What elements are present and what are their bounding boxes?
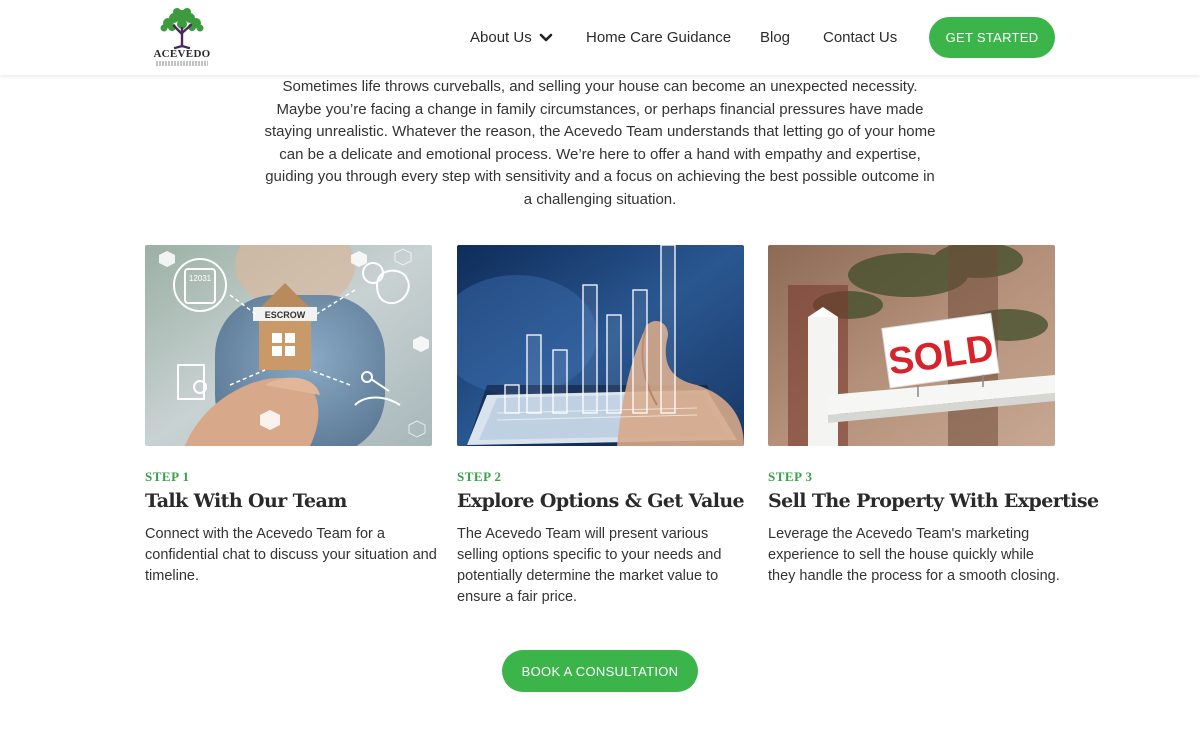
step-3-label: STEP 3: [768, 469, 813, 484]
escrow-text: ESCROW: [265, 310, 306, 320]
step-1-label: STEP 1: [145, 469, 190, 484]
logo-wordmark: ACEVEDO: [153, 48, 211, 60]
intro-paragraph: Sometimes life throws curveballs, and se…: [264, 78, 936, 208]
market-value-chart-image: [457, 245, 744, 446]
step-1-text: Connect with the Acevedo Team for a conf…: [145, 526, 437, 584]
step-3-text: Leverage the Acevedo Team's marketing ex…: [768, 526, 1060, 584]
site-header: ACEVEDO About Us Home Care Guidance Blog…: [0, 0, 1200, 75]
sold-sign-image: SOLD: [768, 245, 1055, 446]
nav-contact-us[interactable]: Contact Us: [823, 29, 897, 46]
get-started-button[interactable]: GET STARTED: [929, 17, 1055, 58]
chevron-down-icon[interactable]: [539, 33, 553, 43]
tree-logo-icon: [160, 8, 204, 50]
step-1-title: Talk With Our Team: [145, 490, 347, 512]
book-consultation-button[interactable]: BOOK A CONSULTATION: [502, 650, 698, 692]
escrow-illustration-image: ESCROW 12031: [145, 245, 432, 446]
nav-blog[interactable]: Blog: [760, 29, 790, 46]
step-card-2: STEP 2 Explore Options & Get Value The A…: [457, 245, 745, 605]
step-2-label: STEP 2: [457, 469, 502, 484]
site-logo[interactable]: ACEVEDO: [150, 6, 214, 70]
step-3-title: Sell The Property With Expertise: [768, 490, 1099, 512]
calculator-readout: 12031: [189, 274, 212, 283]
logo-tagline: [156, 61, 208, 66]
step-card-3: SOLD STEP 3 Sell The Property With Exper…: [768, 245, 1099, 584]
nav-home-care-guidance[interactable]: Home Care Guidance: [586, 29, 731, 46]
nav-about-us[interactable]: About Us: [470, 29, 532, 46]
step-card-1: ESCROW 12031 STEP 1 Talk With Our Team C…: [145, 245, 437, 584]
step-2-text: The Acevedo Team will present various se…: [457, 526, 722, 605]
step-2-title: Explore Options & Get Value: [457, 490, 745, 512]
